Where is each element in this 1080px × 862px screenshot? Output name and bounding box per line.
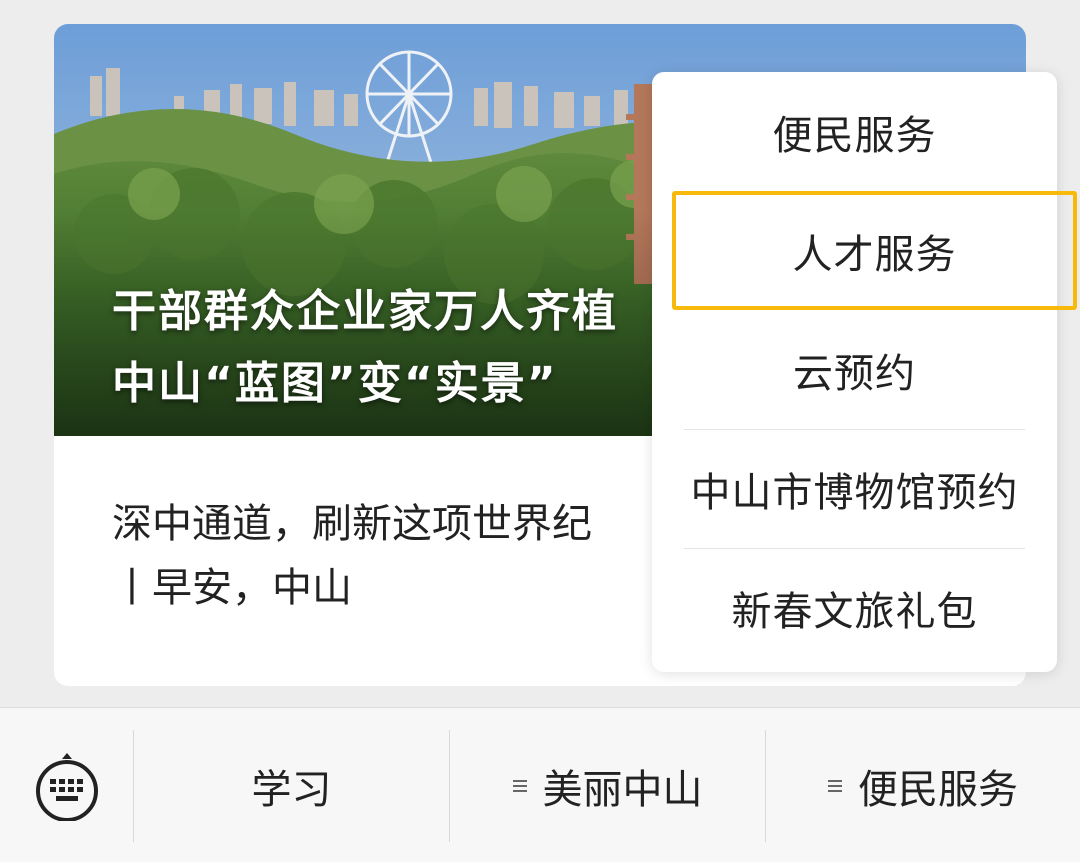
submenu-item-talent-services[interactable]: 人才服务 <box>672 191 1077 310</box>
menu-tab-label: 学习 <box>251 766 332 813</box>
list-icon <box>512 779 527 792</box>
list-icon <box>828 779 842 792</box>
bottom-menu-bar: 学习 美丽中山 便民服务 <box>0 707 1080 862</box>
submenu-item-spring-festival-gift[interactable]: 新春文旅礼包 <box>652 548 1057 667</box>
menu-tab-label: 美丽中山 <box>542 766 703 813</box>
keyboard-icon <box>35 752 98 821</box>
submenu-popup: 便民服务 人才服务 云预约 中山市博物馆预约 新春文旅礼包 <box>652 72 1077 672</box>
submenu-item-convenience-services[interactable]: 便民服务 <box>652 72 1057 191</box>
submenu-item-cloud-booking[interactable]: 云预约 <box>652 310 1057 429</box>
menu-tab-label: 便民服务 <box>858 766 1018 813</box>
keyboard-toggle-button[interactable] <box>0 708 133 862</box>
submenu-item-museum-booking[interactable]: 中山市博物馆预约 <box>652 429 1057 548</box>
menu-tab-convenience-services[interactable]: 便民服务 <box>766 708 1080 862</box>
page: 干部群众企业家万人齐植 中山“蓝图”变“实景” 深中通道，刷新这项世界纪 丨早安… <box>0 0 1080 862</box>
menu-tab-beautiful-zhongshan[interactable]: 美丽中山 <box>450 708 765 862</box>
menu-tab-study[interactable]: 学习 <box>134 708 449 862</box>
